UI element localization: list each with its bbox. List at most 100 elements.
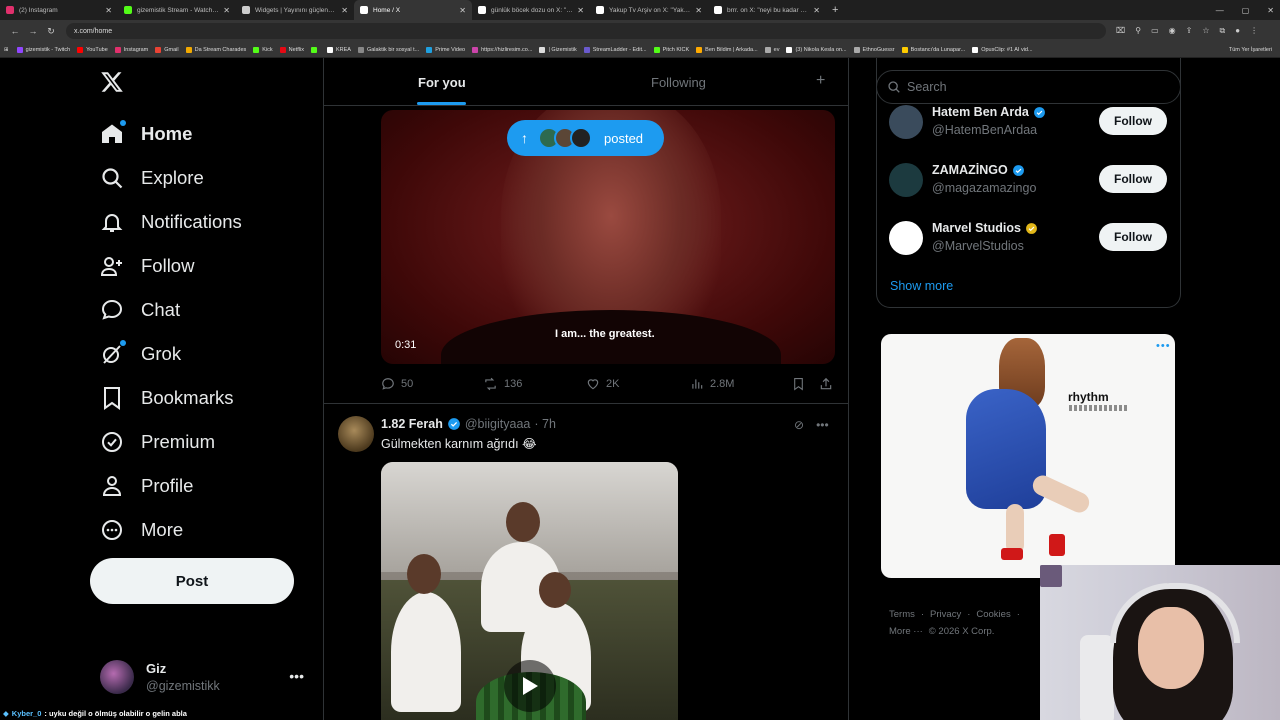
- footer-link[interactable]: Terms: [889, 609, 915, 620]
- more-dots-icon[interactable]: •••: [816, 418, 829, 432]
- nav-item-follow[interactable]: Follow: [100, 251, 194, 281]
- reply-button[interactable]: 50: [381, 377, 413, 391]
- new-tab-icon[interactable]: +: [832, 4, 838, 16]
- nav-item-premium[interactable]: Premium: [100, 427, 215, 457]
- bookmark-item[interactable]: Prime Video: [426, 46, 465, 53]
- menu-icon[interactable]: ⋮: [1250, 26, 1258, 36]
- url-field[interactable]: x.com/home: [66, 23, 1106, 39]
- close-tab-icon[interactable]: ✕: [459, 6, 466, 15]
- close-tab-icon[interactable]: ✕: [341, 6, 348, 15]
- more-dots-icon[interactable]: •••: [289, 668, 304, 684]
- close-tab-icon[interactable]: ✕: [813, 6, 820, 15]
- author-name[interactable]: 1.82 Ferah: [381, 417, 443, 431]
- apps-icon[interactable]: ⊞: [4, 47, 9, 53]
- bookmark-item[interactable]: Galaktik bir sosyal t...: [357, 46, 419, 53]
- video-player[interactable]: [381, 462, 678, 720]
- add-tab-icon[interactable]: +: [816, 72, 825, 90]
- nav-item-grok[interactable]: Grok: [100, 339, 181, 369]
- avatar[interactable]: [338, 416, 374, 452]
- follow-suggestion[interactable]: ZAMAZİNGO @magazamazingo Follow: [889, 161, 1169, 201]
- like-button[interactable]: 2K: [586, 377, 619, 391]
- follow-suggestion[interactable]: Marvel Studios @MarvelStudios Follow: [889, 219, 1169, 259]
- maximize-icon[interactable]: ▢: [1242, 6, 1250, 15]
- share-post-icon[interactable]: [819, 377, 833, 391]
- bookmark-item[interactable]: [310, 46, 320, 53]
- follow-suggestion[interactable]: Hatem Ben Arda @HatemBenArdaa Follow: [889, 103, 1169, 143]
- nav-item-notifications[interactable]: Notifications: [100, 207, 242, 237]
- bookmark-item[interactable]: Bostancı'da Lunapar...: [901, 46, 965, 53]
- avatar[interactable]: [889, 163, 923, 197]
- bookmark-item[interactable]: Instagram: [114, 46, 148, 53]
- x-logo-icon[interactable]: [100, 70, 124, 94]
- bookmark-item[interactable]: YouTube: [77, 46, 108, 53]
- footer-more-link[interactable]: More ···: [889, 626, 923, 637]
- bookmark-item[interactable]: Gmail: [155, 46, 179, 53]
- search-input[interactable]: [876, 70, 1181, 104]
- search-field[interactable]: [907, 80, 1167, 94]
- bookmark-item[interactable]: Ben Bildim | Arkada...: [696, 46, 758, 53]
- follow-button[interactable]: Follow: [1099, 165, 1167, 193]
- play-button[interactable]: [504, 660, 556, 712]
- bookmark-item[interactable]: Netflix: [279, 46, 304, 53]
- follow-button[interactable]: Follow: [1099, 107, 1167, 135]
- browser-tab[interactable]: (2) Instagram ✕: [0, 0, 118, 20]
- bookmark-icon[interactable]: [792, 377, 805, 391]
- bookmark-item[interactable]: OpusClip: #1 AI vid...: [972, 46, 1033, 53]
- ad-banner[interactable]: ••• rhythm: [881, 334, 1175, 578]
- bookmark-item[interactable]: Kick: [253, 46, 273, 53]
- nav-item-profile[interactable]: Profile: [100, 471, 193, 501]
- close-tab-icon[interactable]: ✕: [105, 6, 112, 15]
- grok-icon[interactable]: ⊘: [794, 418, 804, 432]
- nav-item-chat[interactable]: Chat: [100, 295, 180, 325]
- bookmark-item[interactable]: Pitch KICK: [653, 46, 689, 53]
- show-more-link[interactable]: Show more: [890, 279, 953, 293]
- all-bookmarks[interactable]: Tüm Yer İşaretleri: [1229, 47, 1272, 53]
- browser-tab[interactable]: gizemistik Stream - Watch Live ✕: [118, 0, 236, 20]
- browser-tab[interactable]: Home / X ✕: [354, 0, 472, 20]
- bookmark-item[interactable]: KREA: [326, 46, 351, 53]
- author-handle[interactable]: @biigityaaa: [465, 417, 531, 431]
- footer-link[interactable]: Cookies: [976, 609, 1010, 620]
- zoom-icon[interactable]: ⚲: [1135, 26, 1141, 36]
- forward-icon[interactable]: →: [24, 26, 42, 36]
- close-tab-icon[interactable]: ✕: [695, 6, 702, 15]
- cast-icon[interactable]: ▭: [1151, 26, 1159, 36]
- back-icon[interactable]: ←: [6, 26, 24, 36]
- star-icon[interactable]: ☆: [1202, 26, 1209, 36]
- close-tab-icon[interactable]: ✕: [223, 6, 230, 15]
- bookmark-item[interactable]: EthnoGuessr: [853, 46, 895, 53]
- nav-item-more[interactable]: More: [100, 515, 183, 545]
- bookmark-item[interactable]: Da Stream Charades: [185, 46, 246, 53]
- suggestion-name[interactable]: ZAMAZİNGO: [932, 163, 1008, 177]
- bookmark-item[interactable]: | Gizemistik: [539, 46, 577, 53]
- minimize-icon[interactable]: —: [1216, 6, 1224, 15]
- bookmark-item[interactable]: https://hizliresim.co...: [472, 46, 532, 53]
- new-posts-pill[interactable]: ↑ posted: [507, 120, 664, 156]
- bookmark-item[interactable]: ev: [764, 46, 779, 53]
- follow-button[interactable]: Follow: [1099, 223, 1167, 251]
- nav-item-home[interactable]: Home: [100, 119, 192, 149]
- tab-for-you[interactable]: For you: [418, 75, 466, 90]
- close-tab-icon[interactable]: ✕: [577, 6, 584, 15]
- more-dots-icon[interactable]: •••: [1156, 340, 1171, 352]
- nav-item-explore[interactable]: Explore: [100, 163, 204, 193]
- share-icon[interactable]: ⇪: [1186, 26, 1193, 36]
- avatar[interactable]: [889, 105, 923, 139]
- browser-tab[interactable]: günlük böcek dozu on X: "ingil ✕: [472, 0, 590, 20]
- close-window-icon[interactable]: ✕: [1267, 6, 1274, 15]
- profile-icon[interactable]: ●: [1235, 26, 1240, 36]
- bookmark-item[interactable]: (3) Nikola Kesla on...: [786, 46, 847, 53]
- avatar[interactable]: [889, 221, 923, 255]
- bookmark-item[interactable]: gizemistik - Twitch: [16, 46, 70, 53]
- suggestion-name[interactable]: Marvel Studios: [932, 221, 1021, 235]
- reload-icon[interactable]: ↻: [42, 26, 60, 37]
- bookmark-item[interactable]: StreamLadder - Edit...: [583, 46, 647, 53]
- extensions-icon[interactable]: ⧉: [1220, 26, 1226, 36]
- browser-tab[interactable]: Yakup Tv Arşiv on X: "Yakup Tv ✕: [590, 0, 708, 20]
- nav-item-bookmarks[interactable]: Bookmarks: [100, 383, 234, 413]
- browser-tab[interactable]: Widgets | Yayınını güçlendirme ✕: [236, 0, 354, 20]
- views-button[interactable]: 2.8M: [690, 377, 734, 391]
- suggestion-name[interactable]: Hatem Ben Arda: [932, 105, 1029, 119]
- account-switcher[interactable]: Giz @gizemistikk •••: [100, 660, 310, 694]
- tab-following[interactable]: Following: [651, 75, 706, 90]
